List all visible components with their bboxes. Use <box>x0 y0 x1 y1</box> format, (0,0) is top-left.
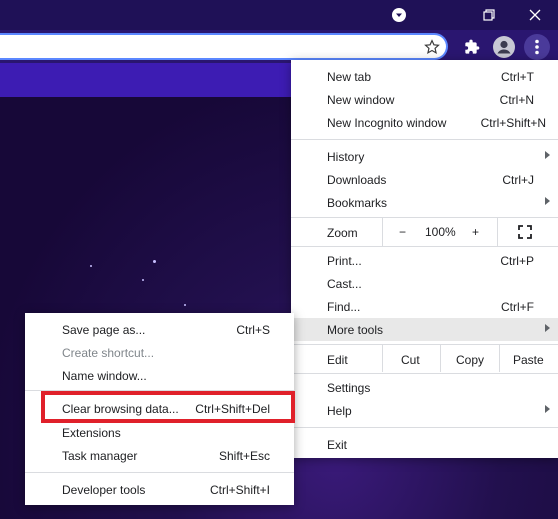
menu-item-bookmarks[interactable]: Bookmarks <box>291 191 558 214</box>
tab-search-icon[interactable] <box>376 0 422 30</box>
submenu-item-task-manager[interactable]: Task manager Shift+Esc <box>25 444 294 467</box>
edit-label: Edit <box>327 353 348 367</box>
menu-item-exit[interactable]: Exit <box>291 433 558 456</box>
fullscreen-icon[interactable] <box>518 225 532 242</box>
menu-separator <box>291 246 558 247</box>
profile-icon[interactable] <box>492 33 516 60</box>
menu-item-label: Print... <box>327 254 362 268</box>
menu-item-label: Save page as... <box>62 323 146 337</box>
chevron-right-icon <box>545 151 550 159</box>
menu-item-label: More tools <box>327 323 384 337</box>
menu-item-label: New window <box>327 93 395 107</box>
zoom-row: Zoom − 100% + <box>291 218 558 246</box>
menu-separator <box>291 373 558 374</box>
zoom-level-value: 100% <box>425 225 456 239</box>
menu-item-new-tab[interactable]: New tab Ctrl+T <box>291 65 558 88</box>
menu-item-more-tools[interactable]: More tools <box>291 318 558 341</box>
extensions-icon[interactable] <box>460 33 484 60</box>
menu-item-shortcut: Ctrl+N <box>499 93 534 107</box>
menu-item-label: New Incognito window <box>327 116 447 130</box>
title-bar <box>0 0 558 30</box>
menu-item-label: Cast... <box>327 277 362 291</box>
copy-label: Copy <box>456 353 485 367</box>
menu-item-new-incognito-window[interactable]: New Incognito window Ctrl+Shift+N <box>291 111 558 134</box>
menu-item-label: History <box>327 150 365 164</box>
chrome-main-menu: New tab Ctrl+T New window Ctrl+N New Inc… <box>291 60 558 458</box>
cut-label: Cut <box>401 353 420 367</box>
menu-item-shortcut: Ctrl+Shift+I <box>209 483 270 497</box>
menu-item-label: Settings <box>327 381 371 395</box>
menu-item-label: Find... <box>327 300 361 314</box>
menu-item-label: Extensions <box>62 426 121 440</box>
menu-item-settings[interactable]: Settings <box>291 376 558 399</box>
restore-icon[interactable] <box>466 0 512 30</box>
sparkle <box>184 304 186 306</box>
menu-item-print[interactable]: Print... Ctrl+P <box>291 249 558 272</box>
menu-item-shortcut: Ctrl+F <box>501 300 534 314</box>
menu-kebab-icon[interactable] <box>524 33 550 60</box>
address-bar[interactable] <box>0 33 448 60</box>
submenu-item-extensions[interactable]: Extensions <box>25 421 294 444</box>
menu-separator <box>291 139 558 140</box>
menu-item-cast[interactable]: Cast... <box>291 272 558 295</box>
menu-item-shortcut: Ctrl+Shift+N <box>480 116 546 130</box>
menu-item-label: New tab <box>327 70 372 84</box>
zoom-divider <box>497 218 498 246</box>
zoom-out-button[interactable]: − <box>399 225 406 239</box>
submenu-item-save-page[interactable]: Save page as... Ctrl+S <box>25 318 294 341</box>
menu-item-label: Help <box>327 404 352 418</box>
menu-item-label: Developer tools <box>62 483 146 497</box>
paste-button[interactable]: Paste <box>499 344 558 372</box>
copy-button[interactable]: Copy <box>440 344 500 372</box>
zoom-label: Zoom <box>327 226 358 240</box>
menu-item-label: Downloads <box>327 173 387 187</box>
menu-item-shortcut: Ctrl+T <box>501 70 534 84</box>
menu-item-label: Exit <box>327 438 348 452</box>
paste-label: Paste <box>513 353 544 367</box>
menu-item-new-window[interactable]: New window Ctrl+N <box>291 88 558 111</box>
highlight-annotation-box <box>41 391 295 423</box>
submenu-item-create-shortcut: Create shortcut... <box>25 341 294 364</box>
zoom-controls: − 100% + <box>382 218 558 246</box>
close-icon[interactable] <box>512 0 558 30</box>
edit-row: Edit Cut Copy Paste <box>291 344 558 372</box>
menu-item-find[interactable]: Find... Ctrl+F <box>291 295 558 318</box>
menu-item-shortcut: Ctrl+P <box>500 254 534 268</box>
sparkle <box>153 260 156 263</box>
menu-item-label: Bookmarks <box>327 196 388 210</box>
menu-item-label: Name window... <box>62 369 147 383</box>
submenu-item-name-window[interactable]: Name window... <box>25 364 294 387</box>
chevron-right-icon <box>545 405 550 413</box>
submenu-item-developer-tools[interactable]: Developer tools Ctrl+Shift+I <box>25 478 294 501</box>
menu-item-help[interactable]: Help <box>291 399 558 422</box>
cut-button[interactable]: Cut <box>382 344 441 372</box>
zoom-in-button[interactable]: + <box>472 225 479 239</box>
sparkle <box>142 279 144 281</box>
menu-item-downloads[interactable]: Downloads Ctrl+J <box>291 168 558 191</box>
menu-item-label: Task manager <box>62 449 138 463</box>
menu-separator <box>25 472 294 473</box>
menu-separator <box>291 427 558 428</box>
menu-item-shortcut: Shift+Esc <box>218 449 270 463</box>
chevron-right-icon <box>545 324 550 332</box>
chevron-right-icon <box>545 197 550 205</box>
bookmark-star-icon[interactable] <box>420 33 444 60</box>
menu-item-shortcut: Ctrl+S <box>236 323 270 337</box>
menu-item-label: Create shortcut... <box>62 346 155 360</box>
menu-item-history[interactable]: History <box>291 145 558 168</box>
sparkle <box>90 265 92 267</box>
menu-item-shortcut: Ctrl+J <box>502 173 534 187</box>
